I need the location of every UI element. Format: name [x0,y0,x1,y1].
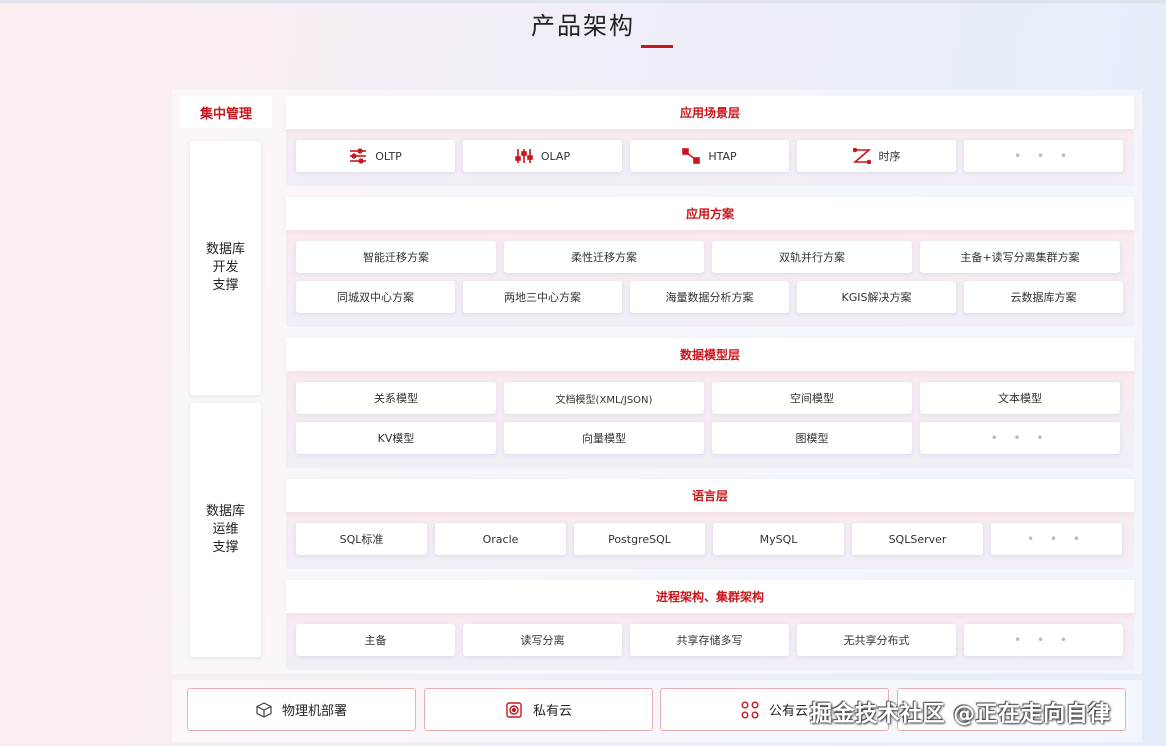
arch-more[interactable]: • • • [964,624,1123,656]
scenario-layer-title: 应用场景层 [286,96,1134,129]
central-management-label: 集中管理 [180,96,272,128]
ops-support-block: 数据库 运维 支撑 [190,403,261,657]
deploy-physical-label: 物理机部署 [281,704,347,719]
model-item[interactable]: 空间模型 [712,382,912,414]
language-layer: 语言层 SQL标准 Oracle PostgreSQL MySQL SQLSer… [286,479,1134,569]
language-item[interactable]: MySQL [713,523,844,555]
model-more[interactable]: • • • [920,422,1120,454]
solution-item[interactable]: 云数据库方案 [964,281,1123,313]
language-item[interactable]: SQL标准 [296,523,427,555]
solution-layer: 应用方案 智能迁移方案 柔性迁移方案 双轨并行方案 主备+读写分离集群方案 同城… [286,197,1134,327]
arch-item[interactable]: 无共享分布式 [797,624,956,656]
cluster-icon [741,701,759,719]
solution-item[interactable]: 柔性迁移方案 [504,241,704,273]
dev-support-line-3: 支撑 [212,278,239,293]
model-item[interactable]: 向量模型 [504,422,704,454]
solution-item[interactable]: 两地三中心方案 [463,281,622,313]
equalizer-icon [515,148,533,164]
language-item[interactable]: Oracle [435,523,566,555]
deploy-private-cloud-label: 私有云 [532,704,572,719]
data-model-layer: 数据模型层 关系模型 文档模型(XML/JSON) 空间模型 文本模型 KV模型… [286,338,1134,468]
cube-icon [255,701,272,718]
model-item[interactable]: 文档模型(XML/JSON) [504,382,704,414]
language-item[interactable]: PostgreSQL [574,523,705,555]
scenario-htap-label: HTAP [708,149,737,163]
solution-item[interactable]: 双轨并行方案 [712,241,912,273]
model-item[interactable]: KV模型 [296,422,496,454]
link-nodes-icon [682,148,701,164]
model-item[interactable]: 关系模型 [296,382,496,414]
deploy-public-cloud-label: 公有云 [768,704,808,719]
architecture-layer-title: 进程架构、集群架构 [286,580,1134,613]
solution-item[interactable]: 海量数据分析方案 [630,281,789,313]
title-underline [641,45,673,48]
dev-support-block: 数据库 开发 支撑 [190,141,261,395]
deploy-private-cloud[interactable]: 私有云 [424,688,653,731]
dev-support-line-1: 数据库 [205,242,245,257]
ops-support-line-1: 数据库 [205,504,245,519]
ops-support-line-3: 支撑 [212,540,239,555]
architecture-layer: 进程架构、集群架构 主备 读写分离 共享存储多写 无共享分布式 • • • [286,580,1134,670]
scenario-htap[interactable]: HTAP [630,140,789,172]
scenario-more[interactable]: • • • [964,140,1123,172]
scenario-oltp[interactable]: OLTP [296,140,455,172]
solution-item[interactable]: 主备+读写分离集群方案 [920,241,1120,273]
scenario-layer: 应用场景层 OLTP OLAP HTAP 时序 • • • [286,96,1134,186]
scenario-timeseries-label: 时序 [878,150,901,163]
deploy-physical[interactable]: 物理机部署 [187,688,416,731]
dev-support-line-2: 开发 [212,260,239,275]
solution-item[interactable]: 智能迁移方案 [296,241,496,273]
solution-item[interactable]: KGIS解决方案 [797,281,956,313]
scenario-oltp-label: OLTP [375,149,402,163]
page-title: 产品架构 [531,12,635,40]
data-model-layer-title: 数据模型层 [286,338,1134,371]
model-item[interactable]: 图模型 [712,422,912,454]
sliders-icon [349,148,367,164]
arch-item[interactable]: 主备 [296,624,455,656]
scenario-olap[interactable]: OLAP [463,140,622,172]
language-layer-title: 语言层 [286,479,1134,512]
target-icon [505,701,523,719]
top-divider [0,0,1166,3]
scenario-timeseries[interactable]: 时序 [797,140,956,172]
arch-item[interactable]: 共享存储多写 [630,624,789,656]
model-item[interactable]: 文本模型 [920,382,1120,414]
language-item[interactable]: SQLServer [852,523,983,555]
watermark-text: 掘金技术社区 @正在走向自律 [810,702,1111,727]
solution-layer-title: 应用方案 [286,197,1134,230]
scenario-olap-label: OLAP [540,149,571,163]
language-more[interactable]: • • • [991,523,1122,555]
arch-item[interactable]: 读写分离 [463,624,622,656]
solution-item[interactable]: 同城双中心方案 [296,281,455,313]
timeseries-icon [852,148,871,164]
ops-support-line-2: 运维 [212,522,239,537]
